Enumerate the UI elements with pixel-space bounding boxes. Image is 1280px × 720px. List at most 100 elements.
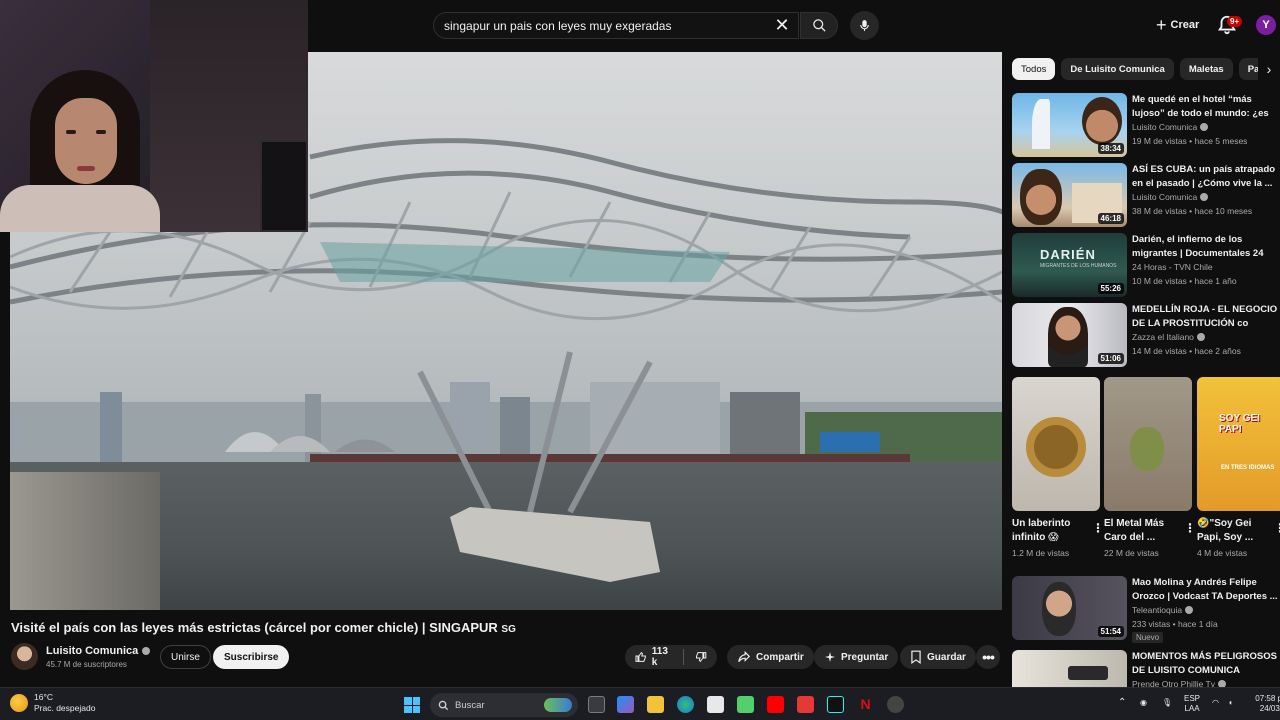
short-thumbnail[interactable]: SOY GEI PAPI EN TRES IDIOMAS: [1197, 377, 1280, 511]
channel-name[interactable]: Luisito Comunica: [46, 645, 151, 657]
video-title[interactable]: ASÍ ES CUBA: un país atrapado en el pasa…: [1132, 163, 1278, 190]
chip-todos[interactable]: Todos: [1012, 58, 1056, 80]
video-title[interactable]: Me quedé en el hotel “más lujoso” de tod…: [1132, 93, 1278, 120]
task-view-icon[interactable]: [588, 696, 605, 713]
search-query: singapur un pais con leyes muy exgeradas: [444, 18, 672, 33]
channel-name[interactable]: Luisito Comunica: [1132, 122, 1209, 132]
filter-chips: Todos De Luisito Comunica Maletas Par: [1012, 58, 1280, 80]
create-button[interactable]: + Crear: [1148, 12, 1207, 38]
search-button[interactable]: [800, 12, 838, 39]
video-thumbnail[interactable]: 46:18: [1012, 163, 1127, 227]
video-title[interactable]: MEDELLÍN ROJA - EL NEGOCIO DE LA PROSTIT…: [1132, 303, 1278, 330]
voice-search-button[interactable]: [850, 11, 879, 40]
weather-sun-icon: [10, 694, 28, 712]
tiktok-icon[interactable]: [827, 696, 844, 713]
channel-avatar[interactable]: [11, 643, 38, 670]
more-vertical-icon[interactable]: ⋮: [1092, 521, 1104, 535]
recommendation-item[interactable]: 46:18 ASÍ ES CUBA: un país atrapado en e…: [1012, 163, 1280, 227]
short-item[interactable]: El Metal Más Caro del ... 22 M de vistas: [1104, 377, 1192, 558]
channel-name-text: Prende Otro Phillie Tv: [1132, 679, 1215, 687]
edge-icon[interactable]: [677, 696, 694, 713]
video-title[interactable]: Mao Molina y Andrés Felipe Orozco | Vodc…: [1132, 576, 1278, 603]
store-icon[interactable]: [707, 696, 724, 713]
chip-de-luisito-comunica[interactable]: De Luisito Comunica: [1061, 58, 1174, 80]
video-meta: 14 M de vistas • hace 2 años: [1132, 346, 1241, 356]
kick-icon[interactable]: [737, 696, 754, 713]
wifi-icon[interactable]: ◠: [1212, 698, 1219, 708]
taskbar-search-label: Buscar: [455, 699, 485, 711]
video-thumbnail[interactable]: 51:54: [1012, 576, 1127, 640]
share-button[interactable]: Compartir: [727, 645, 814, 669]
subscribe-button[interactable]: Suscribirse: [213, 645, 290, 669]
plus-icon: +: [1156, 15, 1167, 35]
clock-time: 07:58 p: [1255, 694, 1280, 703]
language-indicator[interactable]: ESP LAA: [1184, 694, 1200, 714]
recommendation-item[interactable]: 51:06 MEDELLÍN ROJA - EL NEGOCIO DE LA P…: [1012, 303, 1280, 367]
weather-widget[interactable]: 16°C Prac. despejado: [10, 692, 95, 714]
short-thumbnail[interactable]: [1012, 377, 1100, 511]
save-button[interactable]: Guardar: [900, 645, 976, 669]
join-button[interactable]: Unirse: [160, 645, 211, 669]
netflix-icon[interactable]: N: [857, 696, 874, 713]
verified-icon: [1200, 123, 1209, 131]
chip-maletas[interactable]: Maletas: [1179, 58, 1233, 80]
channel-name[interactable]: Teleantioquia: [1132, 605, 1194, 615]
video-meta: 233 vistas • hace 1 día: [1132, 619, 1218, 629]
account-avatar[interactable]: Y: [1256, 15, 1276, 35]
video-thumbnail[interactable]: 38:34: [1012, 93, 1127, 157]
windows-taskbar: 16°C Prac. despejado Buscar N ⌃ ◉ 🎙 ESP …: [0, 687, 1280, 720]
recommendation-item[interactable]: DARIÉN MIGRANTES DE LOS HUMANOS 55:26 Da…: [1012, 233, 1280, 297]
like-count[interactable]: 113 k: [652, 646, 673, 668]
webcam-person-face: [55, 98, 117, 184]
verified-icon: [1218, 680, 1226, 687]
channel-name[interactable]: 24 Horas - TVN Chile: [1132, 262, 1213, 272]
system-clock[interactable]: 07:58 p 24/03/: [1252, 694, 1280, 714]
volume-icon[interactable]: ◖: [1228, 698, 1233, 708]
short-item[interactable]: SOY GEI PAPI EN TRES IDIOMAS 🤣"Soy Gei P…: [1197, 377, 1280, 558]
video-title[interactable]: Darién, el infierno de los migrantes | D…: [1132, 233, 1278, 260]
file-explorer-icon[interactable]: [647, 696, 664, 713]
thumbs-down-icon[interactable]: [695, 650, 707, 664]
tray-app-icon[interactable]: ◉: [1140, 698, 1147, 708]
windows-start-icon[interactable]: [404, 697, 420, 713]
like-divider: [683, 649, 685, 665]
channel-name[interactable]: Luisito Comunica: [1132, 192, 1209, 202]
video-title[interactable]: MOMENTOS MÁS PELIGROSOS DE LUISITO COMUN…: [1132, 650, 1278, 677]
more-actions-button[interactable]: •••: [976, 645, 1000, 669]
short-thumbnail[interactable]: [1104, 377, 1192, 511]
clear-search-icon[interactable]: ✕: [772, 16, 792, 36]
channel-name[interactable]: Zazza el Italiano: [1132, 332, 1205, 342]
channel-name[interactable]: Prende Otro Phillie Tv: [1132, 679, 1226, 687]
webcam-overlay: [0, 0, 308, 232]
short-title[interactable]: 🤣"Soy Gei Papi, Soy ...: [1197, 517, 1273, 545]
subscriber-count: 45.7 M de suscriptores: [46, 660, 127, 669]
taskbar-search[interactable]: Buscar: [430, 693, 578, 717]
video-duration: 38:34: [1097, 143, 1124, 154]
recommendation-item[interactable]: 51:54 Mao Molina y Andrés Felipe Orozco …: [1012, 576, 1280, 643]
new-badge: Nuevo: [1132, 632, 1164, 643]
channel-name-text: Teleantioquia: [1132, 605, 1183, 615]
short-title[interactable]: El Metal Más Caro del ...: [1104, 517, 1180, 545]
chips-next-button[interactable]: ›: [1258, 58, 1280, 80]
youtube-icon[interactable]: [767, 696, 784, 713]
app-icon[interactable]: [797, 696, 814, 713]
microphone-icon[interactable]: 🎙: [1162, 698, 1172, 708]
more-vertical-icon[interactable]: ⋮: [1274, 521, 1280, 535]
recommendation-item[interactable]: MOMENTOS MÁS PELIGROSOS DE LUISITO COMUN…: [1012, 650, 1280, 687]
video-thumbnail[interactable]: DARIÉN MIGRANTES DE LOS HUMANOS 55:26: [1012, 233, 1127, 297]
recommendation-item[interactable]: 38:34 Me quedé en el hotel “más lujoso” …: [1012, 93, 1280, 157]
chevron-up-icon[interactable]: ⌃: [1118, 698, 1126, 708]
ask-button[interactable]: Preguntar: [814, 645, 899, 669]
video-title-flag: SG: [501, 624, 516, 635]
short-title[interactable]: Un laberinto infinito 😱: [1012, 517, 1088, 545]
verified-icon: [1185, 606, 1194, 614]
copilot-icon[interactable]: [617, 696, 634, 713]
video-thumbnail[interactable]: [1012, 650, 1127, 687]
channel-name-text: Zazza el Italiano: [1132, 332, 1194, 342]
chrome-icon[interactable]: [887, 696, 904, 713]
short-item[interactable]: Un laberinto infinito 😱 1.2 M de vistas: [1012, 377, 1100, 558]
thumbs-up-icon[interactable]: [635, 650, 647, 664]
more-vertical-icon[interactable]: ⋮: [1184, 521, 1196, 535]
video-thumbnail[interactable]: 51:06: [1012, 303, 1127, 367]
search-input[interactable]: singapur un pais con leyes muy exgeradas…: [433, 12, 799, 39]
